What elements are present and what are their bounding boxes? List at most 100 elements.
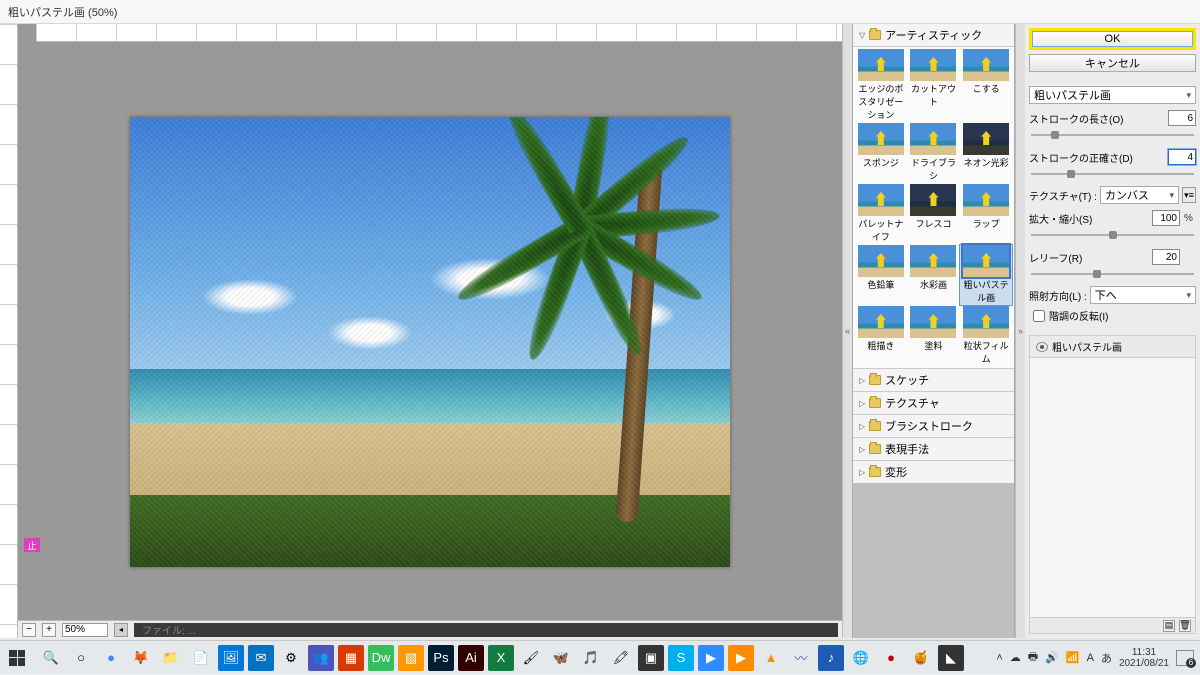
music2-icon[interactable]: ♪ [818, 645, 844, 671]
music-icon[interactable]: 🎵 [578, 645, 604, 671]
skype-icon[interactable]: S [668, 645, 694, 671]
filter-thumb[interactable]: 粗いパステル画 [960, 245, 1012, 305]
thumbnail-grid: エッジのポスタリゼーションカットアウトこするスポンジドライブラシネオン光彩パレッ… [853, 47, 1014, 368]
illustrator-icon[interactable]: Ai [458, 645, 484, 671]
zoom-icon[interactable]: ▶ [698, 645, 724, 671]
filter-thumb[interactable]: カットアウト [908, 49, 960, 122]
windows-icon [9, 650, 25, 666]
category-closed[interactable]: ▷ブラシストローク [853, 414, 1014, 437]
wave-icon[interactable]: 〰 [788, 645, 814, 671]
category-open[interactable]: ▽ アーティスティック [853, 24, 1014, 47]
document-info: ファイル: ... [134, 623, 838, 637]
zoom-in-button[interactable]: + [42, 623, 56, 637]
zoom-input[interactable] [62, 623, 108, 637]
search-icon[interactable]: 🔍 [38, 645, 64, 671]
filter-thumb[interactable]: 水彩画 [908, 245, 960, 305]
filter-thumb[interactable]: ラップ [960, 184, 1012, 244]
filter-thumb[interactable]: パレットナイフ [855, 184, 907, 244]
flag-icon[interactable]: ◣ [938, 645, 964, 671]
panel-toggle-left[interactable]: « [842, 24, 852, 638]
media-icon[interactable]: ▶ [728, 645, 754, 671]
filter-thumb[interactable]: こする [960, 49, 1012, 122]
scale-input[interactable] [1152, 210, 1180, 226]
adobe-icon[interactable]: ▣ [638, 645, 664, 671]
texture-menu-button[interactable]: ▾≡ [1182, 187, 1196, 203]
filter-gallery: ▽ アーティスティック エッジのポスタリゼーションカットアウトこするスポンジドラ… [852, 24, 1015, 638]
category-closed[interactable]: ▷変形 [853, 460, 1014, 483]
tray-printer[interactable]: 🖶 [1028, 648, 1038, 667]
tray-volume[interactable]: 🔊 [1045, 651, 1059, 664]
filter-thumb[interactable]: スポンジ [855, 123, 907, 183]
brush-icon[interactable]: 🖍 [608, 645, 634, 671]
scale-label: 拡大・縮小(S) [1029, 211, 1148, 226]
explorer-icon[interactable]: 📁 [158, 645, 184, 671]
light-select[interactable]: 下へ [1090, 286, 1196, 304]
tray-cloud[interactable]: ☁ [1010, 651, 1021, 664]
cancel-button[interactable]: キャンセル [1029, 54, 1196, 72]
filter-thumb[interactable]: ネオン光彩 [960, 123, 1012, 183]
new-effect-button[interactable]: ▤ [1163, 620, 1175, 632]
stroke-detail-input[interactable] [1168, 149, 1196, 165]
record-icon[interactable]: ● [878, 645, 904, 671]
stroke-detail-slider[interactable] [1031, 170, 1194, 178]
zoom-out-button[interactable]: − [22, 623, 36, 637]
sublime-icon[interactable]: ▧ [398, 645, 424, 671]
stroke-length-slider[interactable] [1031, 131, 1194, 139]
effect-layer-label: 粗いパステル画 [1052, 339, 1122, 354]
ruler-vertical [0, 24, 18, 638]
ok-button[interactable]: OK [1029, 28, 1196, 50]
cortana-icon[interactable]: ○ [68, 645, 94, 671]
category-closed[interactable]: ▷スケッチ [853, 368, 1014, 391]
filter-thumb[interactable]: 粒状フィルム [960, 306, 1012, 366]
settings-icon[interactable]: ⚙ [278, 645, 304, 671]
invert-label: 階調の反転(I) [1049, 308, 1108, 323]
notifications-icon[interactable] [1176, 650, 1194, 666]
scale-slider[interactable] [1031, 231, 1194, 239]
vlc-icon[interactable]: ▲ [758, 645, 784, 671]
jar-icon[interactable]: 🍯 [908, 645, 934, 671]
stroke-detail-label: ストロークの正確さ(D) [1029, 150, 1164, 165]
canvas-area[interactable]: 止 − + ◂ ファイル: ... [18, 24, 842, 638]
tray-up[interactable]: ˄ [996, 652, 1002, 664]
filter-thumb[interactable]: フレスコ [908, 184, 960, 244]
scroll-left[interactable]: ◂ [114, 623, 128, 637]
category-closed[interactable]: ▷表現手法 [853, 437, 1014, 460]
filter-thumb[interactable]: 塗料 [908, 306, 960, 366]
app-a-icon[interactable]: ▦ [338, 645, 364, 671]
tray-ime[interactable]: A [1087, 652, 1094, 664]
filter-thumb[interactable]: ドライブラシ [908, 123, 960, 183]
dreamweaver-icon[interactable]: Dw [368, 645, 394, 671]
paint-icon[interactable]: 🖌 [518, 645, 544, 671]
category-label: アーティスティック [885, 27, 982, 43]
relief-slider[interactable] [1031, 270, 1194, 278]
tray-wifi[interactable]: 📶 [1066, 651, 1080, 664]
filter-select[interactable]: 粗いパステル画 [1029, 86, 1196, 104]
filter-thumb[interactable]: 粗描き [855, 306, 907, 366]
notepad-icon[interactable]: 📄 [188, 645, 214, 671]
excel-icon[interactable]: X [488, 645, 514, 671]
delete-effect-button[interactable]: 🗑 [1179, 620, 1191, 632]
eye-icon [1036, 342, 1048, 352]
tray-lang[interactable]: あ [1101, 650, 1112, 666]
teams-icon[interactable]: 👥 [308, 645, 334, 671]
globe-icon[interactable]: 🌐 [848, 645, 874, 671]
panel-toggle-right[interactable]: » [1015, 24, 1025, 638]
start-button[interactable] [0, 641, 34, 675]
invert-checkbox[interactable] [1033, 310, 1045, 322]
filter-thumb[interactable]: エッジのポスタリゼーション [855, 49, 907, 122]
chrome-icon[interactable]: ● [98, 645, 124, 671]
effect-layers-panel: 粗いパステル画 ▤ 🗑 [1029, 335, 1196, 634]
texture-select[interactable]: カンバス [1100, 186, 1179, 204]
relief-input[interactable] [1152, 249, 1180, 265]
clock[interactable]: 11:312021/08/21 [1119, 647, 1169, 669]
photos-icon[interactable]: 🖼 [218, 645, 244, 671]
butterfly-icon[interactable]: 🦋 [548, 645, 574, 671]
outlook-icon[interactable]: ✉ [248, 645, 274, 671]
stroke-length-input[interactable] [1168, 110, 1196, 126]
effect-layer-row[interactable]: 粗いパステル画 [1030, 336, 1195, 358]
photoshop-icon[interactable]: Ps [428, 645, 454, 671]
light-label: 照射方向(L) : [1029, 288, 1087, 303]
category-closed[interactable]: ▷テクスチャ [853, 391, 1014, 414]
filter-thumb[interactable]: 色鉛筆 [855, 245, 907, 305]
firefox-icon[interactable]: 🦊 [128, 645, 154, 671]
